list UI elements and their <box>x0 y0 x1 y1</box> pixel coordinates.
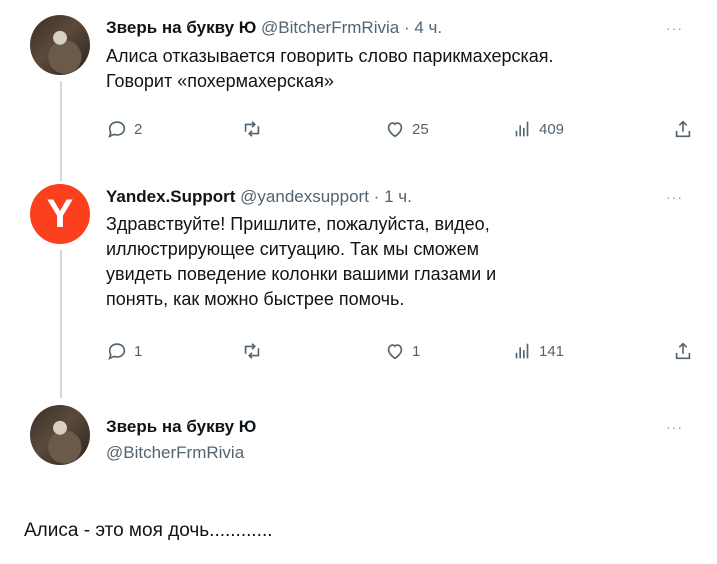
avatar[interactable]: Y <box>30 184 90 244</box>
author-name[interactable]: Зверь на букву Ю <box>106 18 256 37</box>
author-handle[interactable]: @BitcherFrmRivia <box>106 443 244 462</box>
tweet-text: Здравствуйте! Пришлите, пожалуйста, виде… <box>106 212 496 312</box>
timestamp[interactable]: 1 ч. <box>384 187 412 206</box>
caption-text: Алиса - это моя дочь............ <box>24 520 273 541</box>
reply-icon <box>108 121 126 138</box>
tweet-line: понять, как можно быстрее помочь. <box>106 289 405 309</box>
yandex-logo-icon: Y <box>46 192 74 236</box>
tweet-header: Зверь на букву Ю @BitcherFrmRivia · 4 ч. <box>106 18 442 38</box>
author-name[interactable]: Зверь на букву Ю <box>106 417 256 436</box>
share-button[interactable] <box>672 118 694 140</box>
thread-line <box>60 81 62 181</box>
views-icon <box>515 343 529 359</box>
tweet-actions: 1 1 141 <box>106 340 696 366</box>
tweet-line: Говорит «похермахерская» <box>106 71 334 91</box>
retweet-icon <box>244 343 260 359</box>
reply-button[interactable]: 1 <box>106 340 142 362</box>
author-name[interactable]: Yandex.Support <box>106 187 235 206</box>
views-count: 409 <box>539 120 565 138</box>
share-icon <box>675 120 691 138</box>
like-count: 25 <box>412 120 429 138</box>
reply-count: 1 <box>134 342 143 360</box>
like-count: 1 <box>412 342 421 360</box>
separator: · <box>373 187 380 206</box>
timestamp[interactable]: 4 ч. <box>414 18 442 37</box>
separator: · <box>403 18 410 37</box>
views-icon <box>515 121 529 137</box>
retweet-button[interactable] <box>241 118 263 140</box>
reply-button[interactable]: 2 <box>106 118 142 140</box>
author-handle[interactable]: @yandexsupport <box>240 187 369 206</box>
share-button[interactable] <box>672 340 694 362</box>
tweet-header: Yandex.Support @yandexsupport · 1 ч. <box>106 187 412 207</box>
tweet-line: Здравствуйте! Пришлите, пожалуйста, виде… <box>106 214 490 234</box>
tweet-actions: 2 25 409 <box>106 118 696 144</box>
heart-icon <box>387 344 403 360</box>
tweet-line: Алиса отказывается говорить слово парикм… <box>106 46 554 66</box>
tweet-header: Зверь на букву Ю <box>106 417 256 437</box>
author-handle[interactable]: @BitcherFrmRivia <box>261 18 399 37</box>
avatar[interactable] <box>30 15 90 75</box>
reply-count: 2 <box>134 120 143 138</box>
thread-line <box>60 250 62 398</box>
more-options-icon[interactable]: ··· <box>666 189 683 205</box>
avatar[interactable] <box>30 405 90 465</box>
retweet-button[interactable] <box>241 340 263 362</box>
retweet-icon <box>244 121 260 137</box>
more-options-icon[interactable]: ··· <box>666 20 683 36</box>
views-button[interactable]: 141 <box>511 340 564 362</box>
like-button[interactable]: 1 <box>384 340 420 362</box>
tweet-line: иллюстрирующее ситуацию. Так мы сможем <box>106 239 479 259</box>
views-button[interactable]: 409 <box>511 118 564 140</box>
heart-icon <box>387 122 403 138</box>
reply-icon <box>108 343 126 360</box>
tweet-text: Алиса отказывается говорить слово парикм… <box>106 44 554 94</box>
tweet-line: увидеть поведение колонки вашими глазами… <box>106 264 497 284</box>
more-options-icon[interactable]: ··· <box>666 419 683 435</box>
share-icon <box>675 342 691 360</box>
views-count: 141 <box>539 342 565 360</box>
like-button[interactable]: 25 <box>384 118 429 140</box>
author-handle-row: @BitcherFrmRivia <box>106 443 244 463</box>
